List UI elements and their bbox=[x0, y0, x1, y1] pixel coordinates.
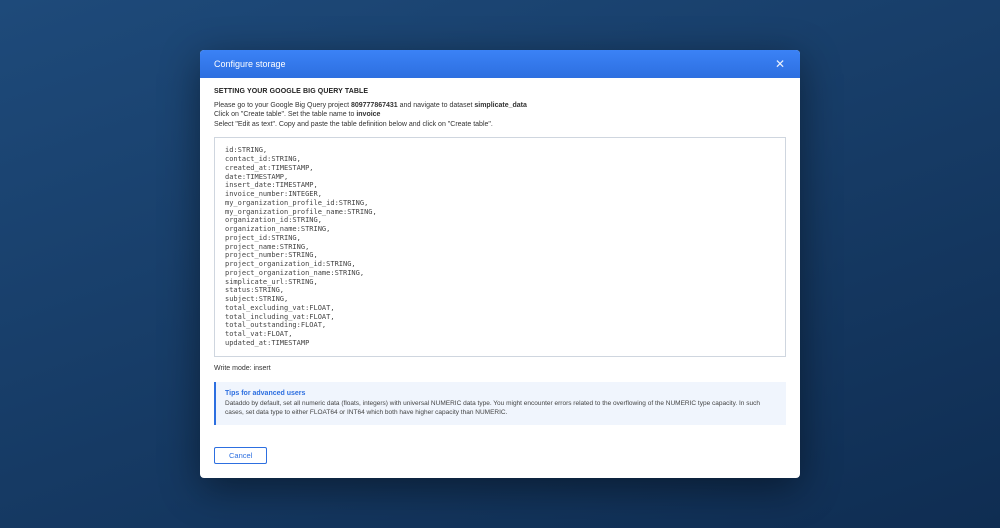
project-id: 809777867431 bbox=[351, 102, 398, 109]
table-definition-code[interactable]: id:STRING, contact_id:STRING, created_at… bbox=[214, 137, 786, 356]
tip-title: Tips for advanced users bbox=[225, 389, 777, 398]
write-mode-label: Write mode: bbox=[214, 365, 254, 372]
modal-header: Configure storage ✕ bbox=[200, 50, 800, 78]
write-mode-value: insert bbox=[254, 365, 271, 372]
intro-line3: Select "Edit as text". Copy and paste th… bbox=[214, 120, 786, 129]
modal-footer: Cancel bbox=[200, 435, 800, 478]
table-name: invoice bbox=[356, 111, 380, 118]
write-mode: Write mode: insert bbox=[214, 365, 786, 372]
section-title: SETTING YOUR GOOGLE BIG QUERY TABLE bbox=[214, 88, 786, 95]
tip-body: Dataddo by default, set all numeric data… bbox=[225, 400, 777, 418]
cancel-button[interactable]: Cancel bbox=[214, 447, 267, 464]
modal-title: Configure storage bbox=[214, 59, 286, 69]
dataset-name: simplicate_data bbox=[474, 102, 527, 109]
intro-line2-pre: Click on "Create table". Set the table n… bbox=[214, 111, 356, 118]
intro-line1-mid: and navigate to dataset bbox=[398, 102, 475, 109]
intro-line1-pre: Please go to your Google Big Query proje… bbox=[214, 102, 351, 109]
modal-body: SETTING YOUR GOOGLE BIG QUERY TABLE Plea… bbox=[200, 78, 800, 435]
intro-text: Please go to your Google Big Query proje… bbox=[214, 101, 786, 129]
tip-box: Tips for advanced users Dataddo by defau… bbox=[214, 382, 786, 425]
configure-storage-modal: Configure storage ✕ SETTING YOUR GOOGLE … bbox=[200, 50, 800, 478]
close-icon[interactable]: ✕ bbox=[774, 58, 786, 70]
